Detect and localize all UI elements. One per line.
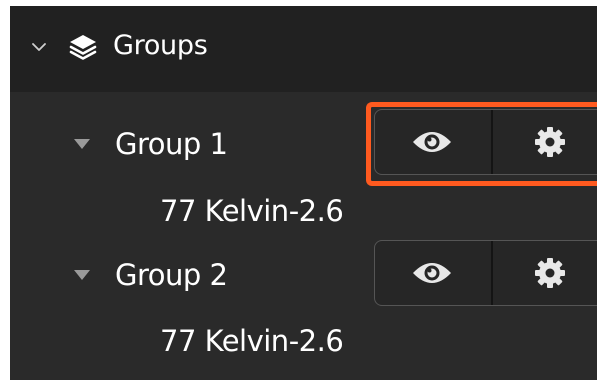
eye-icon xyxy=(413,132,451,152)
gear-icon xyxy=(535,127,565,157)
group-row[interactable]: Group 1 xyxy=(10,109,597,179)
caret-down-icon[interactable] xyxy=(74,139,90,149)
section-title: Groups xyxy=(113,30,208,61)
gear-icon xyxy=(535,258,565,288)
group-row[interactable]: Group 2 xyxy=(10,240,597,310)
group-item-label[interactable]: 77 Kelvin-2.6 xyxy=(160,191,344,231)
chevron-down-icon[interactable] xyxy=(32,40,46,54)
settings-button[interactable] xyxy=(493,241,597,305)
visibility-button[interactable] xyxy=(375,110,489,174)
groups-panel: Groups Group 1 77 Kelvin-2.6 Group 2 77 … xyxy=(10,6,597,380)
layers-icon xyxy=(69,35,97,60)
eye-icon xyxy=(413,263,451,283)
group-actions xyxy=(374,240,597,306)
group-label: Group 2 xyxy=(115,258,228,292)
groups-section-header[interactable]: Groups xyxy=(10,6,597,92)
visibility-button[interactable] xyxy=(375,241,489,305)
group-label: Group 1 xyxy=(115,127,228,161)
group-actions xyxy=(374,109,597,175)
group-item-label[interactable]: 77 Kelvin-2.6 xyxy=(160,321,344,361)
settings-button[interactable] xyxy=(493,110,597,174)
caret-down-icon[interactable] xyxy=(74,270,90,280)
